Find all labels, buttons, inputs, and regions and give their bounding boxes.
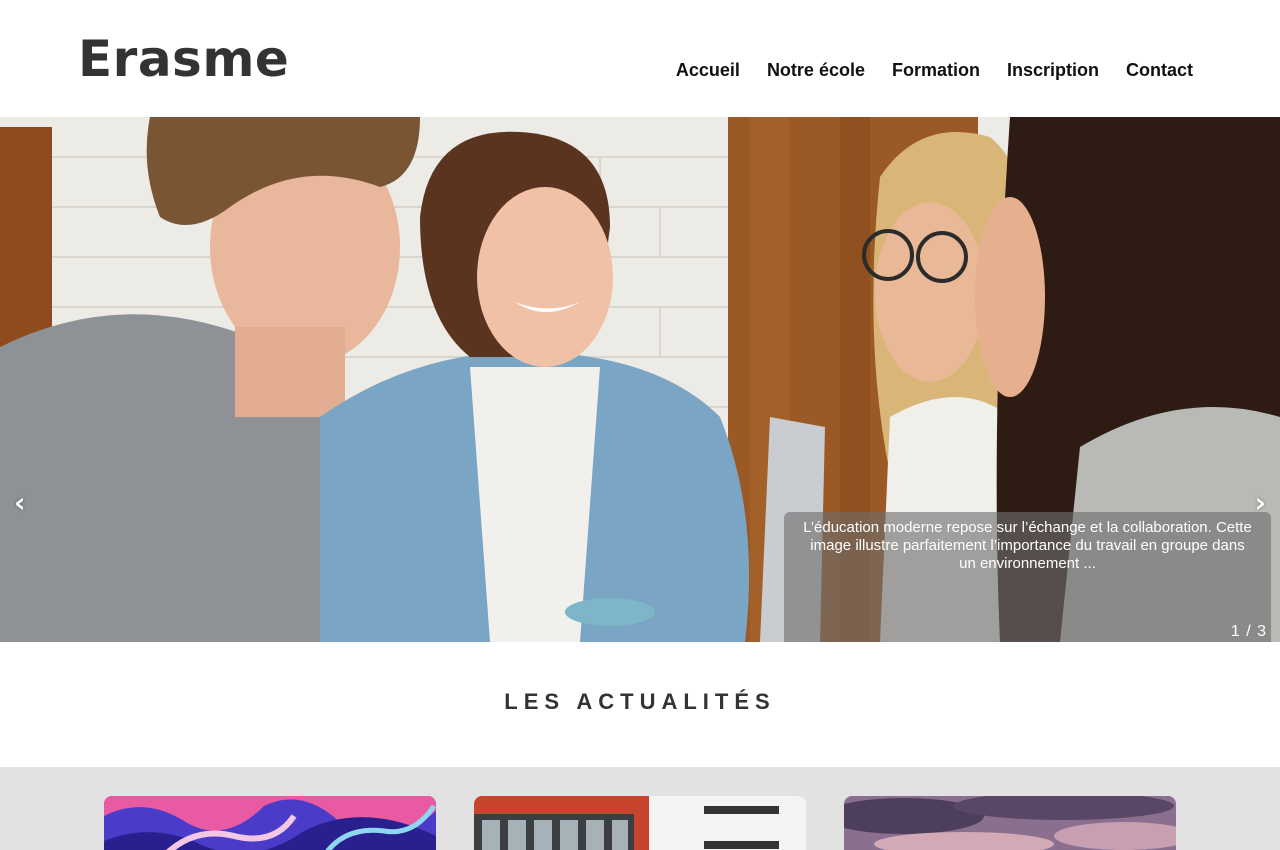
nav-formation[interactable]: Formation [892,59,980,81]
nav-contact[interactable]: Contact [1126,59,1193,81]
site-logo[interactable]: Erasme [78,34,289,84]
hero-carousel: ‹ › L’éducation moderne repose sur l’éch… [0,117,1280,642]
main-nav: Accueil Notre école Formation Inscriptio… [676,59,1193,81]
news-card-2[interactable] [474,796,806,850]
nav-accueil[interactable]: Accueil [676,59,740,81]
news-card-1[interactable] [104,796,436,850]
abstract-fluid-image [104,796,436,850]
news-card-3[interactable] [844,796,1176,850]
nav-inscription[interactable]: Inscription [1007,59,1099,81]
carousel-caption-text: L’éducation moderne repose sur l’échange… [803,519,1252,572]
building-image [474,796,806,850]
news-section-title: LES ACTUALITÉS [504,689,776,714]
nav-notre-ecole[interactable]: Notre école [767,59,865,81]
carousel-caption: L’éducation moderne repose sur l’échange… [784,512,1271,642]
site-header: Erasme Accueil Notre école Formation Ins… [0,0,1280,117]
sky-image [844,796,1176,850]
carousel-prev-icon[interactable]: ‹ [14,489,26,517]
carousel-counter: 1 / 3 [1230,623,1267,640]
